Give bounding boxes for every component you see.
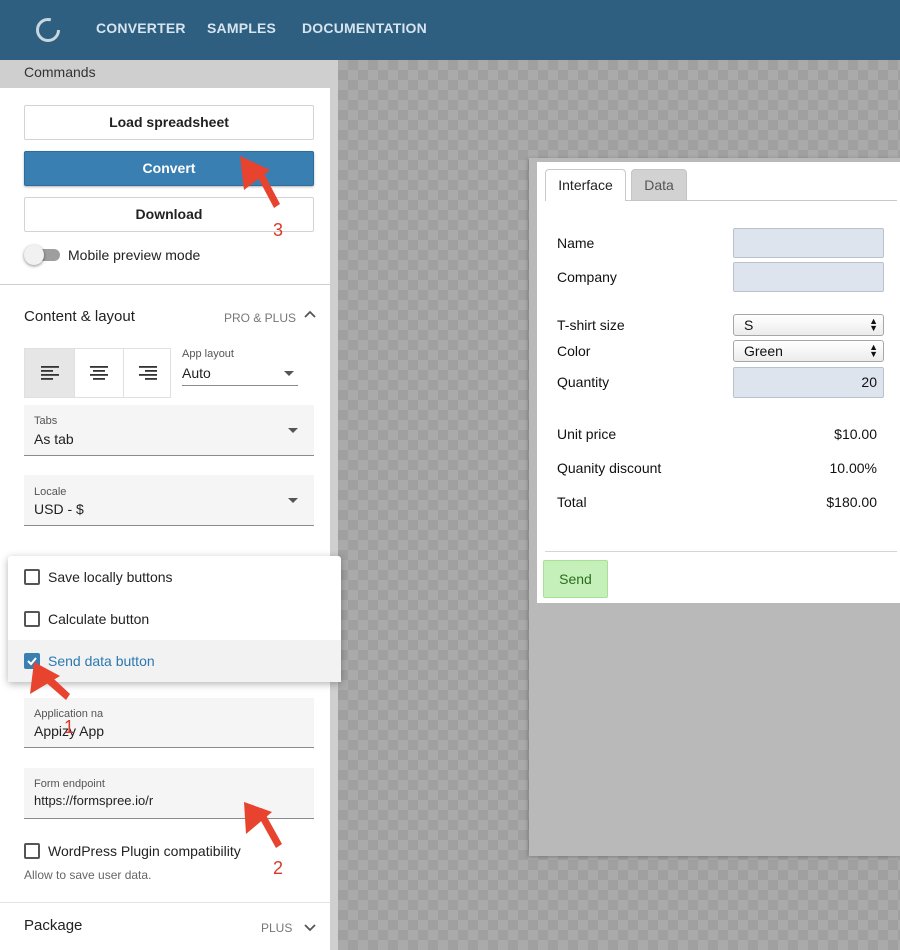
annotation-number-1: 1 — [64, 717, 75, 737]
package-title: Package — [24, 917, 83, 934]
chevron-up-icon[interactable] — [303, 309, 317, 319]
quantity-value: 20 — [861, 374, 877, 390]
name-label: Name — [557, 235, 595, 251]
company-input[interactable] — [733, 262, 884, 292]
quantity-input[interactable]: 20 — [733, 367, 884, 398]
color-select[interactable]: Green ▲ ▼ — [733, 340, 884, 362]
align-center-icon — [90, 366, 108, 380]
menu-item-save-locally[interactable]: Save locally buttons — [8, 556, 341, 598]
locale-select[interactable]: Locale USD - $ — [24, 475, 314, 526]
section-divider — [0, 902, 330, 903]
color-label: Color — [557, 343, 591, 359]
wordpress-help-text: Allow to save user data. — [24, 868, 152, 882]
total-value: $180.00 — [826, 494, 877, 510]
dropdown-caret-icon — [284, 371, 294, 376]
calculate-checkbox[interactable] — [24, 611, 40, 627]
dropdown-caret-icon — [288, 428, 298, 433]
wordpress-checkbox[interactable] — [24, 843, 40, 859]
content-layout-title: Content & layout — [24, 308, 135, 325]
send-divider — [545, 551, 897, 552]
form-endpoint-value: https://formspree.io/r — [34, 793, 154, 808]
save-locally-checkbox[interactable] — [24, 569, 40, 585]
tshirt-size-select[interactable]: S ▲ ▼ — [733, 314, 884, 336]
align-right-button[interactable] — [123, 349, 172, 397]
app-logo-icon[interactable] — [34, 16, 62, 44]
calculate-label: Calculate button — [48, 611, 150, 627]
align-left-button[interactable] — [25, 349, 74, 397]
nav-samples[interactable]: SAMPLES — [207, 20, 276, 36]
tab-data[interactable]: Data — [631, 169, 687, 201]
annotation-arrow-icon — [244, 802, 282, 848]
locale-value: USD - $ — [34, 501, 84, 517]
annotation-arrow-icon — [240, 156, 280, 208]
tab-interface[interactable]: Interface — [545, 169, 626, 201]
load-spreadsheet-button[interactable]: Load spreadsheet — [24, 105, 314, 140]
select-arrows-icon: ▲ ▼ — [869, 316, 878, 333]
app-layout-label: App layout — [182, 348, 234, 360]
unit-price-value: $10.00 — [834, 426, 877, 442]
package-tag: PLUS — [261, 921, 293, 935]
top-nav-bar: CONVERTER SAMPLES DOCUMENTATION — [0, 0, 900, 60]
mobile-preview-label: Mobile preview mode — [68, 247, 201, 263]
tshirt-size-value: S — [744, 317, 754, 333]
tabs-label: Tabs — [34, 415, 58, 427]
name-input[interactable] — [733, 228, 884, 258]
nav-converter[interactable]: CONVERTER — [96, 20, 186, 36]
plan-tag: PRO & PLUS — [224, 311, 297, 325]
menu-item-calculate[interactable]: Calculate button — [8, 598, 341, 640]
nav-documentation[interactable]: DOCUMENTATION — [302, 20, 427, 36]
app-layout-value: Auto — [182, 365, 211, 381]
alignment-group — [24, 348, 171, 398]
annotation-number-3: 3 — [273, 220, 284, 240]
annotation-number-2: 2 — [273, 858, 284, 878]
send-button[interactable]: Send — [543, 560, 608, 598]
unit-price-label: Unit price — [557, 426, 617, 442]
company-label: Company — [557, 269, 617, 285]
color-value: Green — [744, 343, 783, 359]
discount-label: Quanity discount — [557, 460, 662, 476]
form-endpoint-label: Form endpoint — [34, 778, 105, 790]
align-left-icon — [40, 366, 59, 380]
app-layout-select[interactable]: Auto — [182, 362, 298, 386]
wordpress-label: WordPress Plugin compatibility — [48, 843, 241, 859]
tabs-value: As tab — [34, 431, 74, 447]
save-locally-label: Save locally buttons — [48, 569, 173, 585]
quantity-label: Quantity — [557, 374, 610, 390]
annotation-arrow-icon — [30, 662, 70, 700]
align-center-button[interactable] — [74, 349, 123, 397]
tabs-select[interactable]: Tabs As tab — [24, 405, 314, 456]
chevron-down-icon[interactable] — [303, 923, 317, 933]
tshirt-size-label: T-shirt size — [557, 317, 625, 333]
select-arrows-icon: ▲ ▼ — [869, 342, 878, 359]
total-label: Total — [557, 494, 587, 510]
dropdown-caret-icon — [288, 498, 298, 503]
commands-header: Commands — [24, 64, 96, 80]
align-right-icon — [139, 366, 157, 380]
discount-value: 10.00% — [829, 460, 877, 476]
toggle-knob[interactable] — [24, 245, 44, 265]
locale-label: Locale — [34, 486, 67, 498]
